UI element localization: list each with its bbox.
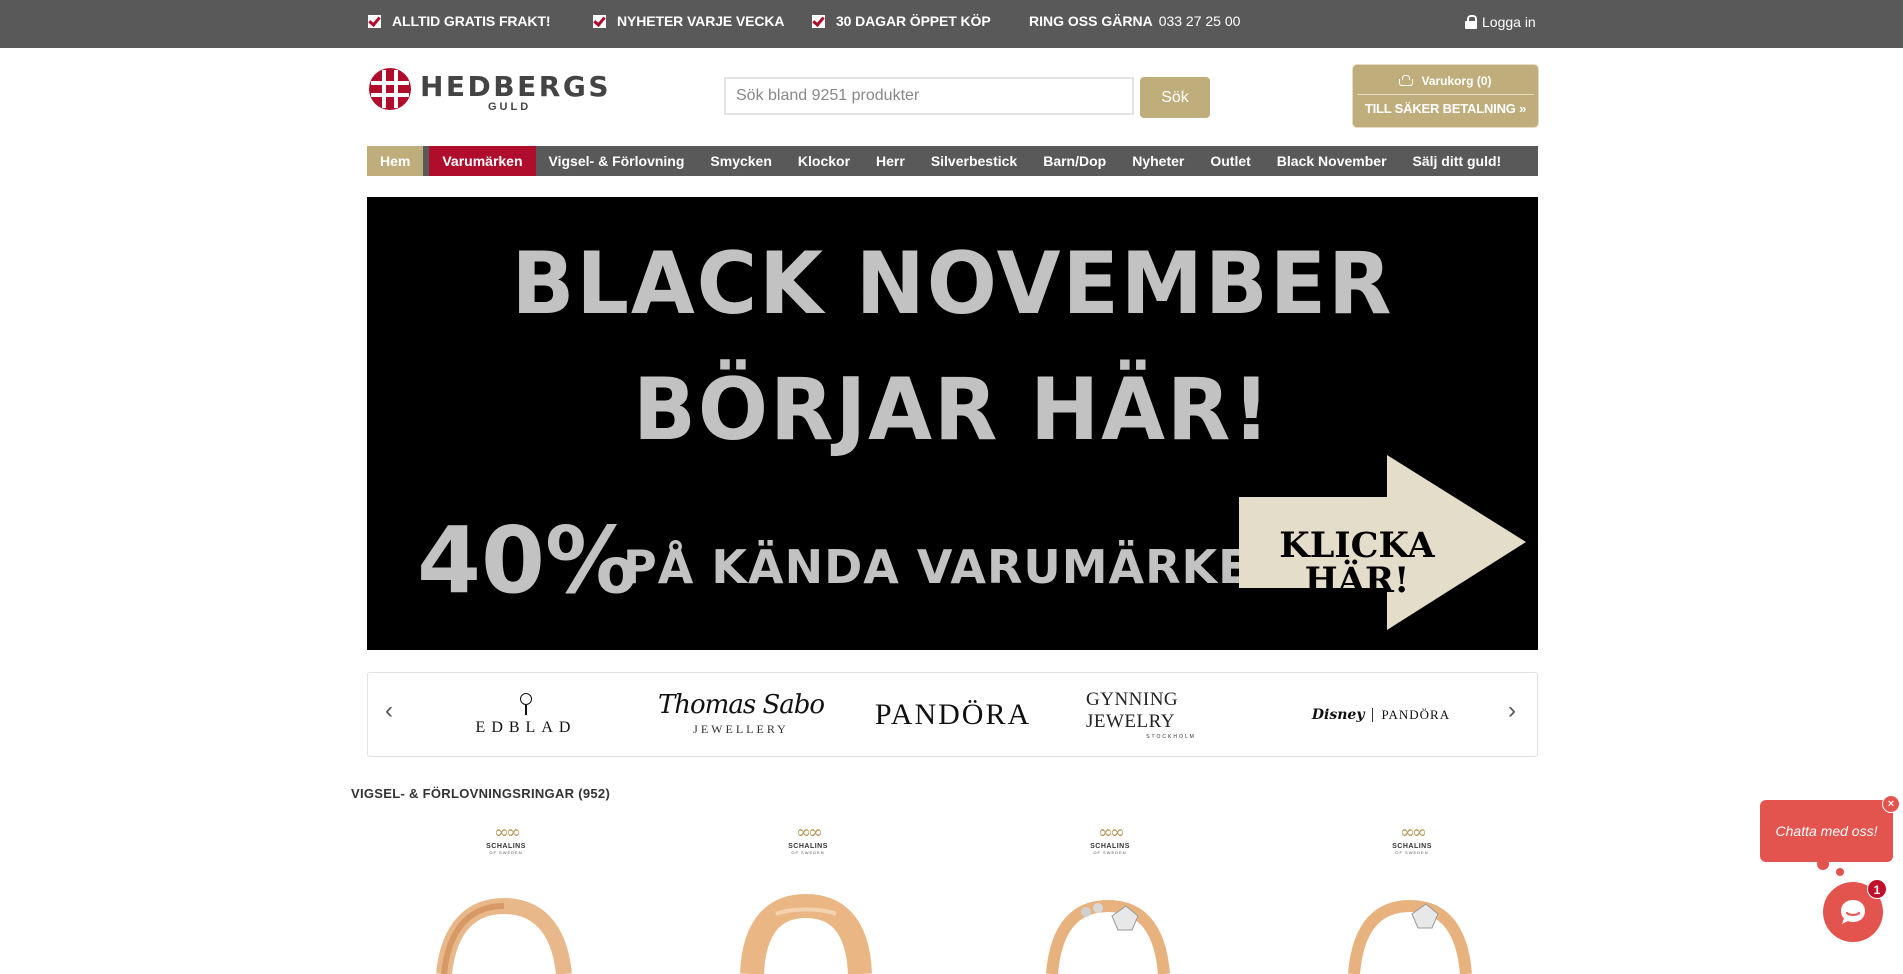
brand-sub: STOCKHOLM <box>1146 734 1196 740</box>
chat-close-icon[interactable]: × <box>1882 795 1900 813</box>
brand-name: SCHALINS <box>486 843 526 850</box>
main-nav: Hem Varumärken Vigsel- & Förlovning Smyc… <box>367 146 1538 176</box>
nav-item-home[interactable]: Hem <box>367 146 424 176</box>
cart-divider <box>1357 94 1534 95</box>
nav-item-brands[interactable]: Varumärken <box>429 146 536 176</box>
brand-pandora[interactable]: PANDÖRA <box>868 673 1038 756</box>
brand-disney-pandora[interactable]: Disney PANDÖRA <box>1306 673 1456 756</box>
ring-image <box>740 893 872 974</box>
cart-label: Varukorg (0) <box>1421 74 1492 88</box>
checkbox-icon <box>368 14 381 28</box>
ring-image <box>436 897 572 974</box>
phone-label: RING OSS GÄRNA <box>1029 13 1153 29</box>
ring-image <box>1046 899 1170 974</box>
brand-name: Disney <box>1311 706 1365 723</box>
product-card[interactable]: ∞∞ SCHALINS OF SWEDEN <box>1300 824 1520 974</box>
schalins-logo-icon: ∞∞ <box>1098 822 1125 843</box>
nav-item-watches[interactable]: Klockor <box>785 146 863 176</box>
banner-percent: 40% <box>417 507 638 614</box>
chat-bubble[interactable]: Chatta med oss! <box>1760 800 1893 862</box>
nav-item-jewelry[interactable]: Smycken <box>697 146 784 176</box>
brand-name: PANDÖRA <box>1381 706 1451 722</box>
lock-icon <box>1465 15 1477 29</box>
nav-item-news[interactable]: Nyheter <box>1119 146 1197 176</box>
schalins-logo-icon: ∞∞ <box>494 822 521 843</box>
banner-headline-2: BÖRJAR HÄR! <box>633 360 1272 460</box>
brand-sub: OF SWEDEN <box>489 850 523 855</box>
brand-sub: OF SWEDEN <box>1395 850 1429 855</box>
nav-item-sell-gold[interactable]: Sälj ditt guld! <box>1400 146 1515 176</box>
nav-item-black-november[interactable]: Black November <box>1264 146 1400 176</box>
top-bar: ALLTID GRATIS FRAKT! NYHETER VARJE VECKA… <box>0 0 1903 48</box>
search-input[interactable] <box>724 77 1134 115</box>
usp-news-weekly: NYHETER VARJE VECKA <box>593 13 785 29</box>
carousel-next-icon[interactable]: › <box>1508 699 1516 723</box>
chat-bubble-tail <box>1817 858 1829 870</box>
ring-image <box>1348 899 1472 974</box>
site-logo[interactable]: HEDBERGS GULD <box>368 66 608 114</box>
chat-icon <box>1841 900 1865 924</box>
logo-mark-icon <box>369 68 411 110</box>
brand-sub: OF SWEDEN <box>1093 850 1127 855</box>
schalins-logo-icon: ∞∞ <box>1400 822 1427 843</box>
nav-item-wedding[interactable]: Vigsel- & Förlovning <box>536 146 698 176</box>
banner-cta[interactable]: KLICKA HÄR! <box>1247 528 1467 598</box>
brand-carousel: ‹ EDBLAD Thomas Sabo JEWELLERY PANDÖRA G… <box>367 672 1538 757</box>
brand-logo: ∞∞ SCHALINS OF SWEDEN <box>778 824 838 862</box>
product-card[interactable]: ∞∞ SCHALINS OF SWEDEN <box>394 824 614 974</box>
search-button[interactable]: Sök <box>1140 77 1210 118</box>
usp-open-purchase: 30 DAGAR ÖPPET KÖP <box>812 13 991 29</box>
banner-headline-1: BLACK NOVEMBER <box>511 234 1394 334</box>
product-card[interactable]: ∞∞ SCHALINS OF SWEDEN <box>998 824 1218 974</box>
login-label: Logga in <box>1482 14 1536 30</box>
usp-free-shipping: ALLTID GRATIS FRAKT! <box>368 13 551 29</box>
brand-gynning[interactable]: GYNNING JEWELRY STOCKHOLM <box>1086 673 1256 756</box>
checkbox-icon <box>812 14 825 28</box>
phone-number: 033 27 25 00 <box>1158 13 1241 29</box>
brand-logo: ∞∞ SCHALINS OF SWEDEN <box>476 824 536 862</box>
brand-name: PANDÖRA <box>874 697 1032 731</box>
login-link[interactable]: Logga in <box>1465 14 1536 30</box>
brand-name: GYNNING JEWELRY <box>1086 689 1179 732</box>
brand-sub: OF SWEDEN <box>791 850 825 855</box>
chat-bubble-tail <box>1836 868 1844 876</box>
basket-icon <box>1399 75 1414 86</box>
phone-info: RING OSS GÄRNA 033 27 25 00 <box>1029 13 1240 29</box>
promo-banner[interactable]: BLACK NOVEMBER BÖRJAR HÄR! 40% PÅ KÄNDA … <box>367 197 1538 650</box>
checkout-link[interactable]: TILL SÄKER BETALNING » <box>1353 101 1538 119</box>
usp-label: ALLTID GRATIS FRAKT! <box>392 13 551 29</box>
schalins-logo-icon: ∞∞ <box>796 822 823 843</box>
brand-name: Thomas Sabo <box>657 690 825 720</box>
usp-label: 30 DAGAR ÖPPET KÖP <box>836 13 991 29</box>
cart-box: Varukorg (0) TILL SÄKER BETALNING » <box>1353 65 1538 127</box>
cart-link[interactable]: Varukorg (0) <box>1353 72 1538 90</box>
logo-name: HEDBERGS <box>420 70 611 103</box>
brand-logo: ∞∞ SCHALINS OF SWEDEN <box>1382 824 1442 862</box>
nav-item-outlet[interactable]: Outlet <box>1197 146 1263 176</box>
nav-item-kids[interactable]: Barn/Dop <box>1030 146 1119 176</box>
brand-logo: ∞∞ SCHALINS OF SWEDEN <box>1080 824 1140 862</box>
brand-name: SCHALINS <box>1090 843 1130 850</box>
nav-item-men[interactable]: Herr <box>863 146 918 176</box>
product-card[interactable]: ∞∞ SCHALINS OF SWEDEN <box>696 824 916 974</box>
checkbox-icon <box>593 14 606 28</box>
brand-edblad[interactable]: EDBLAD <box>456 673 596 756</box>
brand-sub: JEWELLERY <box>693 722 789 736</box>
brand-name: EDBLAD <box>475 718 577 736</box>
section-title: VIGSEL- & FÖRLOVNINGSRINGAR (952) <box>351 786 611 801</box>
brand-separator <box>1372 707 1374 722</box>
brand-name: SCHALINS <box>788 843 828 850</box>
banner-subtext: PÅ KÄNDA VARUMÄRKEN <box>623 540 1291 594</box>
usp-label: NYHETER VARJE VECKA <box>617 13 785 29</box>
brand-name: SCHALINS <box>1392 843 1432 850</box>
logo-sub: GULD <box>488 101 532 113</box>
nav-item-silverware[interactable]: Silverbestick <box>918 146 1030 176</box>
edblad-logo-icon <box>517 692 535 715</box>
chat-notification-badge: 1 <box>1867 879 1887 899</box>
brand-thomas-sabo[interactable]: Thomas Sabo JEWELLERY <box>651 673 831 756</box>
carousel-prev-icon[interactable]: ‹ <box>385 699 393 723</box>
